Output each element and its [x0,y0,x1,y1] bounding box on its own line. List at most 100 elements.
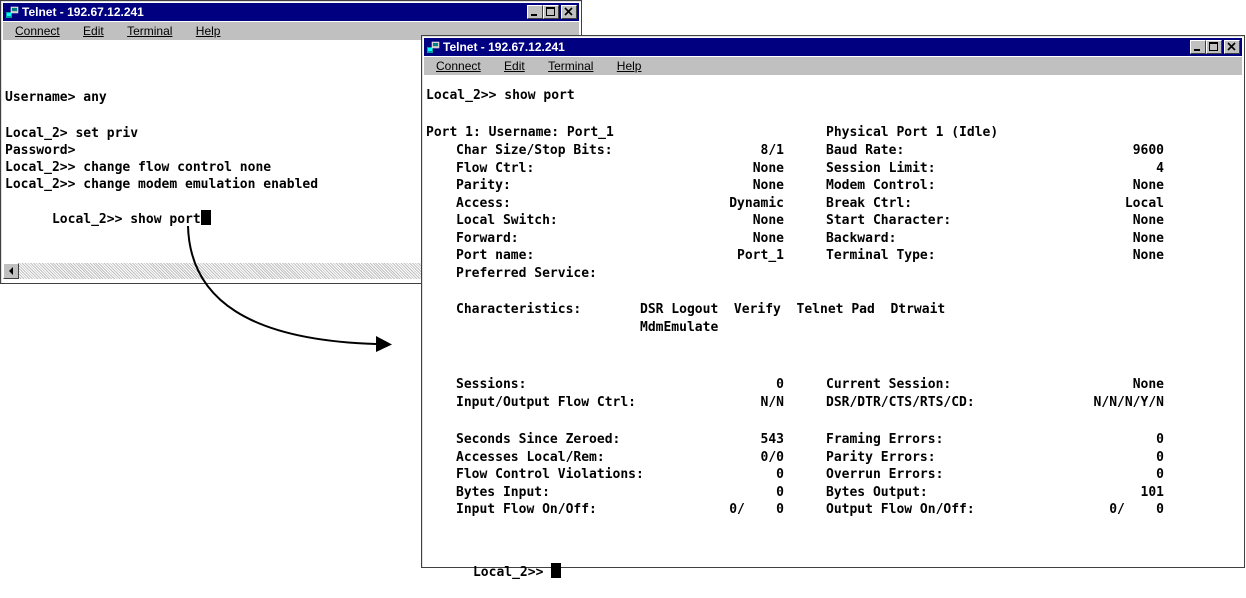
row-parity-errors-value: 0 [1156,449,1164,465]
row-modem-control-label: Modem Control: [826,178,936,193]
row-flow-ctrl-value: None [752,160,784,176]
port-header-left: Port 1: Username: Port_1 [426,125,614,140]
row-bytes-output-value: 101 [1140,484,1164,500]
row-io-flow-label: Input/Output Flow Ctrl: [456,395,637,410]
port-header-right: Physical Port 1 (Idle) [826,125,999,140]
menu-bar: Connect Edit Terminal Help [424,57,1242,75]
row-char-size-label: Char Size/Stop Bits: [456,143,613,158]
row-flow-violations-value: 0 [776,467,784,482]
row-backward-value: None [1132,230,1164,246]
prompt-text: Local_2>> [472,565,544,580]
minimize-button[interactable] [527,5,543,19]
row-current-session-value: None [1132,377,1164,392]
maximize-button[interactable] [1206,40,1222,54]
minimize-button[interactable] [1190,40,1206,54]
row-break-ctrl-value: Local [1124,195,1164,211]
menu-help[interactable]: Help [190,22,225,40]
row-dsr-label: DSR/DTR/CTS/RTS/CD: [826,395,975,410]
row-current-session-label: Current Session: [826,377,952,392]
row-parity-label: Parity: [456,178,511,193]
row-accesses-label: Accesses Local/Rem: [456,449,605,465]
terminal-area[interactable]: Local_2>> show port Port 1: Username: Po… [424,76,1242,580]
row-bytes-input-label: Bytes Input: [456,484,550,500]
row-access-value: Dynamic [729,195,784,211]
title-bar[interactable]: Telnet - 192.67.12.241 [3,3,579,21]
window-title: Telnet - 192.67.12.241 [443,40,565,54]
row-local-switch-value: None [752,213,784,228]
row-input-flow-value: 0/ 0 [729,502,784,517]
row-flow-violations-label: Flow Control Violations: [456,467,644,482]
row-local-switch-label: Local Switch: [456,213,558,228]
terminal-line: Local_2> set priv [5,126,139,141]
close-icon [564,7,573,16]
characteristics-line2: MdmEmulate [640,320,719,335]
row-backward-label: Backward: [826,230,897,246]
row-port-name-value: Port_1 [737,248,784,263]
row-parity-value: None [752,178,784,193]
menu-terminal[interactable]: Terminal [542,57,597,75]
terminal-line: Local_2>> change flow control none [5,160,272,175]
row-overrun-label: Overrun Errors: [826,467,944,482]
telnet-window-front: Telnet - 192.67.12.241 Connect Edit Term… [421,35,1245,580]
telnet-app-icon [427,41,440,53]
row-overrun-value: 0 [1156,467,1164,482]
close-button[interactable] [561,5,577,19]
row-seconds-value: 543 [760,432,784,447]
row-io-flow-value: N/N [760,395,784,410]
row-forward-value: None [752,230,784,246]
row-sessions-label: Sessions: [456,377,527,392]
row-baud-label: Baud Rate: [826,143,905,158]
row-session-limit-label: Session Limit: [826,160,936,176]
minimize-icon [531,14,537,16]
row-flow-ctrl-label: Flow Ctrl: [456,160,535,176]
row-access-label: Access: [456,195,511,211]
close-icon [1227,42,1236,51]
menu-edit[interactable]: Edit [77,22,108,40]
row-sessions-value: 0 [776,377,784,392]
row-baud-value: 9600 [1132,143,1164,158]
row-char-size-value: 8/1 [760,143,784,158]
terminal-prompt: Local_2>> [426,546,562,580]
terminal-line: Local_2>> show port [5,193,211,227]
row-accesses-value: 0/0 [760,449,784,465]
terminal-line: Username> any [5,90,107,105]
characteristics-line1: DSR Logout Verify Telnet Pad Dtrwait [640,302,946,317]
row-forward-label: Forward: [456,230,519,246]
row-break-ctrl-label: Break Ctrl: [826,195,913,211]
characteristics-label: Characteristics: [456,302,582,317]
row-output-flow-label: Output Flow On/Off: [826,502,975,517]
row-start-char-value: None [1132,213,1164,228]
row-framing-value: 0 [1156,432,1164,447]
title-bar[interactable]: Telnet - 192.67.12.241 [424,38,1242,56]
terminal-command: Local_2>> show port [426,88,575,103]
row-output-flow-value: 0/ 0 [1109,502,1164,517]
close-button[interactable] [1224,40,1240,54]
scroll-left-icon [9,267,13,275]
window-controls [1190,40,1240,54]
row-seconds-label: Seconds Since Zeroed: [456,432,621,447]
row-dsr-value: N/N/N/Y/N [1093,395,1164,410]
row-bytes-output-label: Bytes Output: [826,484,928,500]
row-port-name-label: Port name: [456,248,535,263]
row-input-flow-label: Input Flow On/Off: [456,502,597,517]
scroll-left-button[interactable] [3,263,19,279]
row-terminal-type-label: Terminal Type: [826,248,936,263]
row-start-char-label: Start Character: [826,213,952,228]
maximize-icon [1209,42,1218,51]
menu-help[interactable]: Help [611,57,646,75]
row-modem-control-value: None [1132,178,1164,193]
terminal-line-text: Local_2>> show port [51,212,201,227]
maximize-icon [546,7,555,16]
menu-edit[interactable]: Edit [498,57,529,75]
terminal-line: Local_2>> change modem emulation enabled [5,177,319,192]
terminal-line: Password> [5,143,76,158]
row-framing-label: Framing Errors: [826,432,944,447]
maximize-button[interactable] [543,5,559,19]
row-parity-errors-label: Parity Errors: [826,449,936,465]
menu-terminal[interactable]: Terminal [121,22,176,40]
text-cursor [551,563,562,578]
menu-connect[interactable]: Connect [430,57,485,75]
menu-connect[interactable]: Connect [9,22,64,40]
row-bytes-input-value: 0 [776,484,784,500]
window-title: Telnet - 192.67.12.241 [22,5,144,19]
